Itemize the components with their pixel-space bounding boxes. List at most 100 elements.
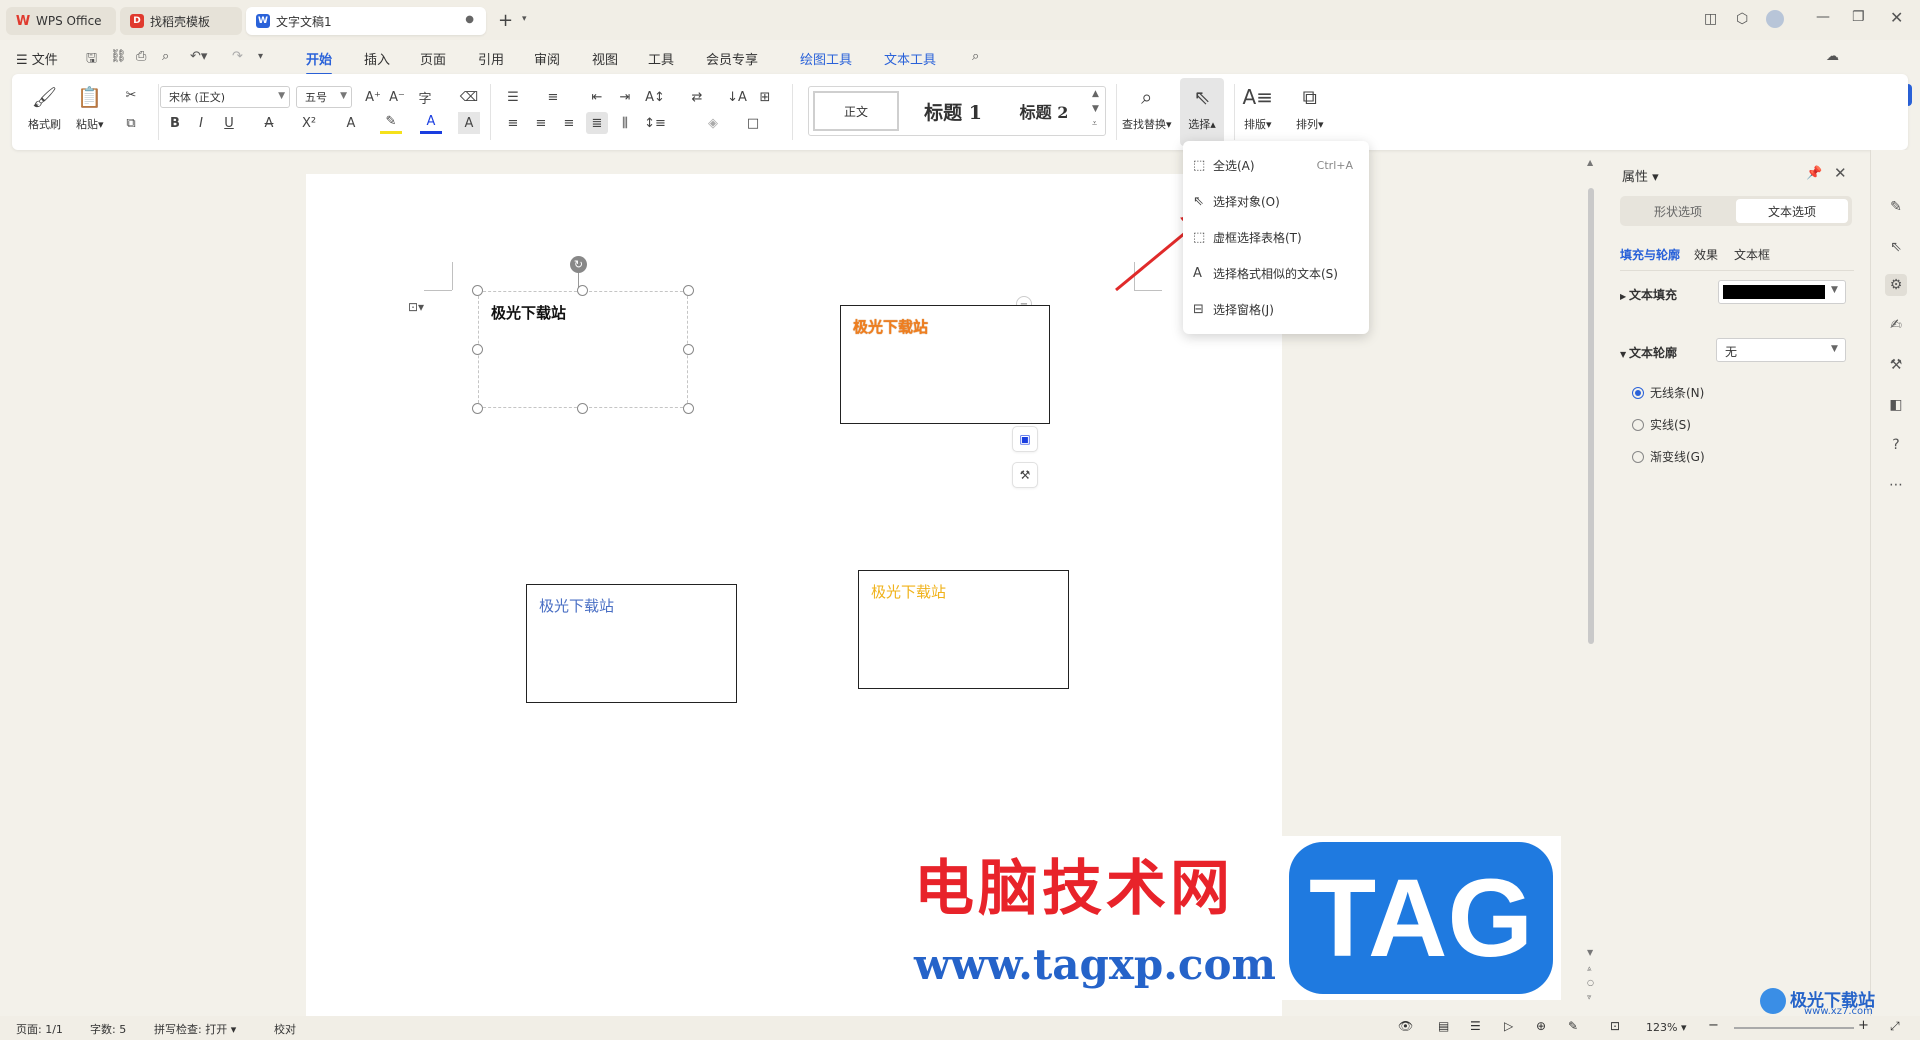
tools-icon[interactable]: ⚒ [1885,354,1907,376]
tab-list-chevron-icon[interactable]: ▾ [522,14,527,24]
numbered-list-icon[interactable]: ≡ [542,86,564,108]
subtab-fill-outline[interactable]: 填充与轮廓 [1620,246,1680,263]
restore-icon[interactable]: ❐ [1852,9,1865,25]
text-box-2[interactable]: 极光下载站 [840,305,1050,424]
align-right-icon[interactable]: ≡ [558,112,580,134]
radio-no-line[interactable]: 无线条(N) [1632,384,1704,401]
resize-handle[interactable] [683,403,694,414]
menu-item-similar-text[interactable]: A 选择格式相似的文本(S) [1193,259,1359,287]
strikethrough-icon[interactable]: A [258,112,280,134]
shrink-font-icon[interactable]: A⁻ [386,86,408,108]
char-shading-icon[interactable]: A [458,112,480,134]
tab-text-options[interactable]: 文本选项 [1736,199,1848,223]
resize-handle[interactable] [577,403,588,414]
menu-home[interactable]: 开始 [306,49,333,75]
menu-review[interactable]: 审阅 [534,49,560,68]
menu-member[interactable]: 会员专享 [706,49,758,68]
text-fill-color-select[interactable]: ▼ [1718,280,1846,304]
menu-item-select-table[interactable]: ⬚ 虚框选择表格(T) [1193,223,1359,251]
new-tab-icon[interactable]: + [498,10,513,31]
text-box-4[interactable]: 极光下载站 [858,570,1069,689]
close-window-icon[interactable]: ✕ [1890,8,1903,27]
menu-text-tools[interactable]: 文本工具 [884,49,936,68]
write-icon[interactable]: ✎ [1568,1019,1578,1033]
review-icon[interactable]: ◧ [1885,394,1907,416]
grow-font-icon[interactable]: A⁺ [362,86,384,108]
zoom-slider[interactable] [1734,1027,1854,1029]
panel-title[interactable]: 属性 ▾ [1622,166,1659,185]
clear-format-icon[interactable]: ⌫ [458,86,480,108]
radio-gradient-line[interactable]: 渐变线(G) [1632,448,1705,465]
web-view-icon[interactable]: ⊕ [1536,1019,1546,1033]
arrange-button[interactable]: ⧉ 排列▾ [1296,84,1324,132]
tab-modified-dot-icon[interactable]: ● [465,14,474,25]
menu-tools[interactable]: 工具 [648,49,674,68]
text-outline-label[interactable]: ▼ 文本轮廓 [1620,344,1677,361]
undo-icon[interactable]: ↶▾ [190,49,207,64]
paste-button[interactable]: 📋 粘贴▾ [76,84,104,132]
underline-icon[interactable]: U [218,112,240,134]
save-icon[interactable]: 🖫 [86,49,97,71]
layout-options-icon[interactable]: ⊡▾ [408,300,424,314]
file-menu[interactable]: ☰ 文件 [16,49,58,68]
select-button[interactable]: ⇖ 选择▴ [1180,78,1224,146]
justify-icon[interactable]: ≣ [586,112,608,134]
copy-icon[interactable]: ⧉ [120,112,142,134]
show-marks-icon[interactable]: ⊞ [754,86,776,108]
shading-icon[interactable]: ◈ [702,112,724,134]
resize-handle[interactable] [472,344,483,355]
resize-handle[interactable] [472,285,483,296]
font-color-icon[interactable]: A [420,112,442,134]
fit-page-icon[interactable]: ⊡ [1610,1019,1620,1033]
outline-color-icon[interactable]: ▣ [1012,426,1038,452]
scroll-up-icon[interactable]: ▲ [1587,158,1593,167]
print-icon[interactable]: ⎙ [136,49,146,64]
menu-view[interactable]: 视图 [592,49,618,68]
menu-item-selection-pane[interactable]: ⊟ 选择窗格(J) [1193,295,1359,323]
fullscreen-icon[interactable]: ⤢ [1890,1019,1900,1034]
layout-icon[interactable]: ◫ [1704,11,1717,27]
minimize-icon[interactable]: — [1816,9,1830,25]
play-icon[interactable]: ▷ [1504,1019,1513,1033]
superscript-icon[interactable]: X² [298,112,320,134]
page-count[interactable]: 页面: 1/1 [16,1021,63,1037]
eye-icon[interactable]: 👁 [1398,1019,1413,1033]
proofread[interactable]: 校对 [274,1021,296,1037]
style-heading-2[interactable]: 标题 2 [1001,91,1087,131]
font-size-select[interactable]: 五号 ▼ [296,86,352,108]
style-more-icon[interactable]: ⩡ [1092,119,1097,129]
menu-drawing-tools[interactable]: 绘图工具 [800,49,852,68]
pin-icon[interactable]: 📌 [1806,166,1822,181]
find-replace-button[interactable]: ⌕ 查找替换▾ [1122,84,1172,132]
style-scroll-down-icon[interactable]: ▼ [1092,104,1099,114]
link-icon[interactable]: ⛓ [110,49,127,64]
line-spacing-icon[interactable]: ↕≡ [644,112,666,134]
tab-shape-options[interactable]: 形状选项 [1620,196,1736,226]
increase-indent-icon[interactable]: ⇥ [614,86,636,108]
decrease-indent-icon[interactable]: ⇤ [586,86,608,108]
word-count[interactable]: 字数: 5 [90,1021,126,1037]
style-icon[interactable]: ✍ [1885,314,1907,336]
sort-icon[interactable]: ↓A [726,86,748,108]
select-cursor-icon[interactable]: ⇖ [1885,236,1907,258]
subtab-textbox[interactable]: 文本框 [1734,246,1770,263]
page-view-icon[interactable]: ▤ [1438,1019,1449,1033]
sort-swap-icon[interactable]: ⇄ [686,86,708,108]
resize-handle[interactable] [683,285,694,296]
text-box-3[interactable]: 极光下载站 [526,584,737,703]
close-panel-icon[interactable]: ✕ [1834,164,1847,182]
text-box-1[interactable]: 极光下载站 [478,291,688,408]
borders-icon[interactable]: □ [742,112,764,134]
italic-icon[interactable]: I [190,112,212,134]
style-normal[interactable]: 正文 [813,91,899,131]
more-icon[interactable]: ⋯ [1885,474,1907,496]
scroll-thumb[interactable] [1588,188,1594,644]
tab-document[interactable]: W 文字文稿1 ● [246,7,486,35]
layout-button[interactable]: A≡ 排版▾ [1243,84,1273,132]
quick-access-chevron-icon[interactable]: ▾ [258,51,263,62]
zoom-out-icon[interactable]: − [1708,1018,1719,1033]
distribute-icon[interactable]: ⫼ [614,112,636,134]
highlight-icon[interactable]: ✎ [380,112,402,134]
rotate-handle-icon[interactable]: ↻ [570,256,587,273]
zoom-in-icon[interactable]: + [1858,1018,1869,1033]
